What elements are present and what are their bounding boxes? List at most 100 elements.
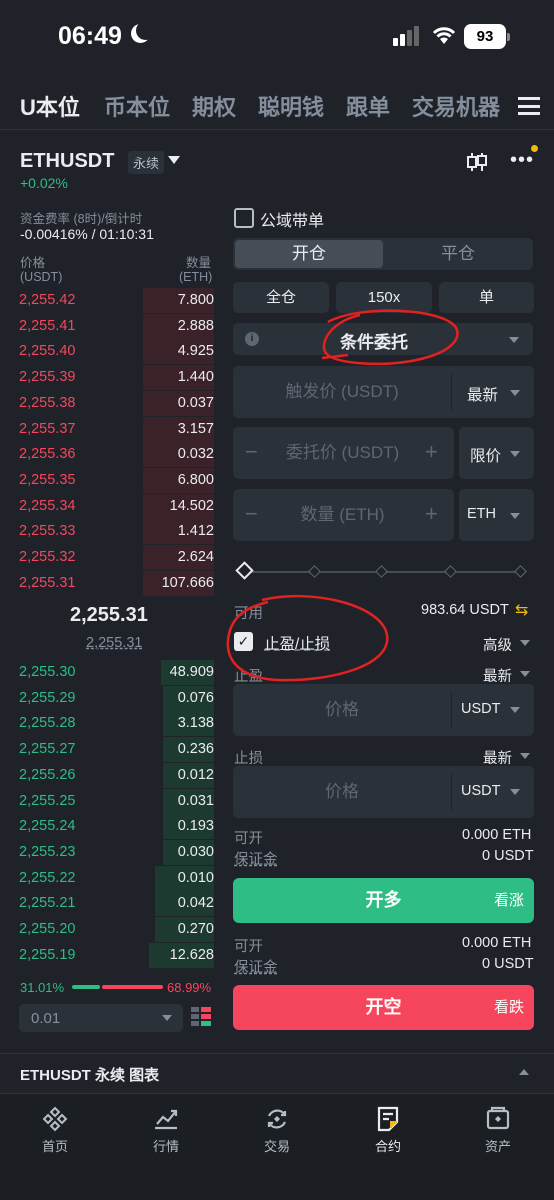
increase-icon[interactable]: + [425,501,438,527]
decrease-icon[interactable]: − [245,501,258,527]
tab-open-position[interactable]: 开仓 [235,240,383,268]
chevron-down-icon[interactable] [168,156,180,164]
chart-link[interactable]: ETHUSDT 永续 图表 [20,1064,159,1085]
short-max-value: 0.000 ETH [462,935,532,951]
row-price: 2,255.28 [19,715,76,732]
tab-home[interactable]: 首页 [25,1106,85,1155]
bid-row[interactable]: 2,255.21 0.042 [18,891,214,917]
ask-row[interactable]: 2,255.39 1.440 [18,365,214,391]
long-max-value: 0.000 ETH [462,827,532,843]
bid-row[interactable]: 2,255.28 3.138 [18,711,214,737]
chevron-down-icon [510,707,520,713]
bid-row[interactable]: 2,255.29 0.076 [18,685,214,711]
open-short-button[interactable]: 开空 看跌 [233,985,534,1030]
row-qty: 0.010 [177,869,214,886]
tab-smart-money[interactable]: 聪明钱 [258,90,324,122]
ask-row[interactable]: 2,255.33 1.412 [18,519,214,545]
bid-row[interactable]: 2,255.30 48.909 [18,660,214,685]
buy-ratio: 31.01% [20,980,65,995]
tp-unit-select[interactable]: USDT [461,701,500,717]
bid-row[interactable]: 2,255.20 0.270 [18,917,214,942]
precision-select[interactable]: 0.01 [19,1004,183,1032]
sl-unit-select[interactable]: USDT [461,783,500,799]
slider-stop-50[interactable] [375,565,388,578]
row-price: 2,255.32 [19,549,76,565]
quantity-unit-value: ETH [467,506,496,522]
row-qty: 12.628 [169,946,214,963]
sl-type-select[interactable]: 最新 [483,747,512,768]
row-qty: 0.042 [177,895,214,912]
ask-row[interactable]: 2,255.42 7.800 [18,288,214,313]
mid-price[interactable]: 2,255.31 [70,604,148,627]
bid-row[interactable]: 2,255.22 0.010 [18,865,214,891]
chevron-down-icon [510,513,520,519]
ask-row[interactable]: 2,255.34 14.502 [18,493,214,519]
bid-row[interactable]: 2,255.24 0.193 [18,814,214,840]
ask-row[interactable]: 2,255.36 0.032 [18,442,214,468]
funding-value: -0.00416% / 01:10:31 [20,226,154,242]
ask-row[interactable]: 2,255.31 107.666 [18,570,214,596]
sl-label: 止损 [234,751,263,767]
tab-coin-m[interactable]: 币本位 [104,90,170,122]
ask-row[interactable]: 2,255.40 4.925 [18,339,214,365]
ask-row[interactable]: 2,255.35 6.800 [18,467,214,493]
slider-handle[interactable] [235,561,254,580]
ask-row[interactable]: 2,255.38 0.037 [18,390,214,416]
menu-icon[interactable] [518,97,540,115]
tab-trade[interactable]: 交易 [247,1106,307,1155]
wallet-icon [486,1106,510,1130]
open-long-button[interactable]: 开多 看涨 [233,878,534,923]
advanced-button[interactable]: 高级 [483,634,512,655]
increase-icon[interactable]: + [425,439,438,465]
tp-type-select[interactable]: 最新 [483,665,512,686]
ask-row[interactable]: 2,255.32 2.624 [18,545,214,570]
short-margin-value: 0 USDT [482,956,534,972]
candlestick-icon[interactable] [466,151,488,173]
row-qty: 3.157 [177,420,214,437]
open-long-label: 开多 [365,890,402,910]
public-copy-checkbox[interactable] [234,208,254,228]
row-qty: 0.270 [177,921,214,937]
row-price: 2,255.34 [19,497,76,514]
tab-futures[interactable]: 合约 [358,1106,418,1155]
open-short-sub: 看跌 [493,999,524,1016]
chevron-up-icon[interactable] [519,1069,529,1075]
tab-options[interactable]: 期权 [192,90,236,122]
tab-markets[interactable]: 行情 [136,1106,196,1155]
public-copy-label[interactable]: 公域带单 [260,207,324,231]
tab-copy-trading[interactable]: 跟单 [346,90,390,122]
decrease-icon[interactable]: − [245,439,258,465]
row-qty: 3.138 [177,715,214,732]
ask-row[interactable]: 2,255.37 3.157 [18,416,214,442]
slider-stop-100[interactable] [514,565,527,578]
bid-row[interactable]: 2,255.25 0.031 [18,788,214,814]
chevron-down-icon [510,451,520,457]
battery-cap [507,33,510,41]
bid-row[interactable]: 2,255.27 0.236 [18,737,214,763]
ask-row[interactable]: 2,255.41 2.888 [18,313,214,339]
trigger-type-select[interactable]: 最新 [467,383,498,405]
long-margin-label: 保证金 [234,852,278,868]
bid-row[interactable]: 2,255.19 12.628 [18,942,214,968]
bid-row[interactable]: 2,255.26 0.012 [18,762,214,788]
transfer-icon[interactable]: ⇆ [515,600,528,620]
mark-price: 2,255.31 [86,635,143,651]
tab-close-position[interactable]: 平仓 [385,240,531,268]
status-time: 06:49 [58,22,122,50]
tab-assets[interactable]: 资产 [468,1106,528,1155]
symbol-name[interactable]: ETHUSDT [20,150,114,173]
tab-trading-bots[interactable]: 交易机器 [412,90,504,122]
row-qty: 0.037 [177,394,214,411]
short-margin-label: 保证金 [234,960,278,976]
annotation-circle-order-type [321,309,459,366]
row-qty: 2.888 [177,317,214,334]
slider-stop-25[interactable] [308,565,321,578]
row-qty: 14.502 [169,497,214,514]
slider-stop-75[interactable] [444,565,457,578]
row-qty: 1.440 [177,369,214,386]
bid-row[interactable]: 2,255.23 0.030 [18,839,214,865]
qty-unit: (ETH) [179,270,213,284]
tab-usdt-m[interactable]: U本位 [20,90,80,122]
info-icon[interactable]: i [245,332,259,346]
orderbook-layout-icon[interactable] [190,1006,212,1028]
